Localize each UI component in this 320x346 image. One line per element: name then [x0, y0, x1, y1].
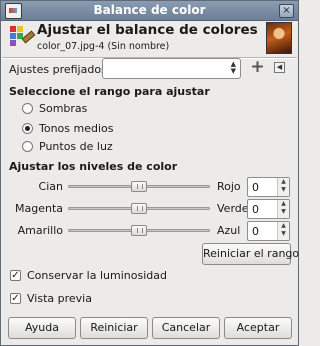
- slider-left-label: Cian: [38, 180, 63, 193]
- radio-label-highlights: Puntos de luz: [39, 140, 113, 153]
- image-thumbnail: [266, 22, 292, 54]
- ok-button[interactable]: Aceptar: [224, 317, 292, 339]
- levels-section-title: Ajustar los niveles de color: [9, 160, 178, 173]
- spin-arrows-icon[interactable]: ▲ ▼: [277, 178, 289, 196]
- reset-button[interactable]: Reiniciar: [80, 317, 148, 339]
- slider-row-cyan-red: Cian Rojo 0 ▲ ▼: [1, 177, 298, 197]
- slider-row-yellow-blue: Amarillo Azul 0 ▲ ▼: [1, 221, 298, 241]
- preserve-luminosity-label: Conservar la luminosidad: [27, 269, 167, 282]
- spin-arrows-icon[interactable]: ▲ ▼: [277, 222, 289, 240]
- cancel-button[interactable]: Cancelar: [152, 317, 220, 339]
- reset-range-button[interactable]: Reiniciar el rango: [202, 243, 299, 265]
- spin-value: 0: [252, 203, 259, 216]
- slider-handle[interactable]: [131, 225, 147, 236]
- spin-arrows-icon[interactable]: ▲ ▼: [277, 200, 289, 218]
- slider-left-label: Amarillo: [17, 224, 63, 237]
- slider-left-label: Magenta: [14, 202, 63, 215]
- range-section-title: Seleccione el rango para ajustar: [9, 85, 210, 98]
- color-balance-icon: [8, 24, 36, 48]
- cyan-red-spinbutton[interactable]: 0 ▲ ▼: [247, 177, 290, 197]
- header-subtitle: color_07.jpg-4 (Sin nombre): [37, 41, 170, 52]
- close-icon[interactable]: ×: [279, 4, 294, 18]
- radio-button[interactable]: [22, 103, 33, 114]
- slider-handle[interactable]: [131, 181, 147, 192]
- slider-right-label: Verde: [217, 202, 249, 215]
- color-balance-dialog: Balance de color × Ajustar el balance de…: [0, 0, 299, 346]
- presets-combo[interactable]: ▲ ▼: [102, 58, 241, 79]
- window-title: Balance de color: [93, 3, 206, 17]
- header-title: Ajustar el balance de colores: [37, 22, 258, 38]
- help-button[interactable]: Ayuda: [8, 317, 76, 339]
- menu-arrow-icon[interactable]: ◀: [274, 62, 285, 73]
- preview-label: Vista previa: [27, 292, 92, 305]
- spin-value: 0: [252, 181, 259, 194]
- magenta-green-spinbutton[interactable]: 0 ▲ ▼: [247, 199, 290, 219]
- checkbox-checked[interactable]: ✓: [10, 293, 21, 304]
- slider-right-label: Rojo: [217, 180, 241, 193]
- yellow-blue-spinbutton[interactable]: 0 ▲ ▼: [247, 221, 290, 241]
- presets-label: Ajustes prefijados:: [9, 63, 111, 76]
- slider-right-label: Azul: [217, 224, 241, 237]
- radio-button-selected[interactable]: [22, 123, 33, 134]
- slider-handle[interactable]: [131, 203, 147, 214]
- combo-arrows-icon: ▲ ▼: [230, 60, 236, 75]
- dialog-header: Ajustar el balance de colores color_07.j…: [7, 22, 292, 58]
- radio-button[interactable]: [22, 141, 33, 152]
- slider-row-magenta-green: Magenta Verde 0 ▲ ▼: [1, 199, 298, 219]
- radio-label-shadows: Sombras: [39, 102, 88, 115]
- radio-label-midtones: Tonos medios: [39, 122, 114, 135]
- checkbox-checked[interactable]: ✓: [10, 270, 21, 281]
- plus-icon[interactable]: +: [250, 59, 265, 76]
- spin-value: 0: [252, 225, 259, 238]
- title-bar[interactable]: Balance de color ×: [1, 1, 298, 21]
